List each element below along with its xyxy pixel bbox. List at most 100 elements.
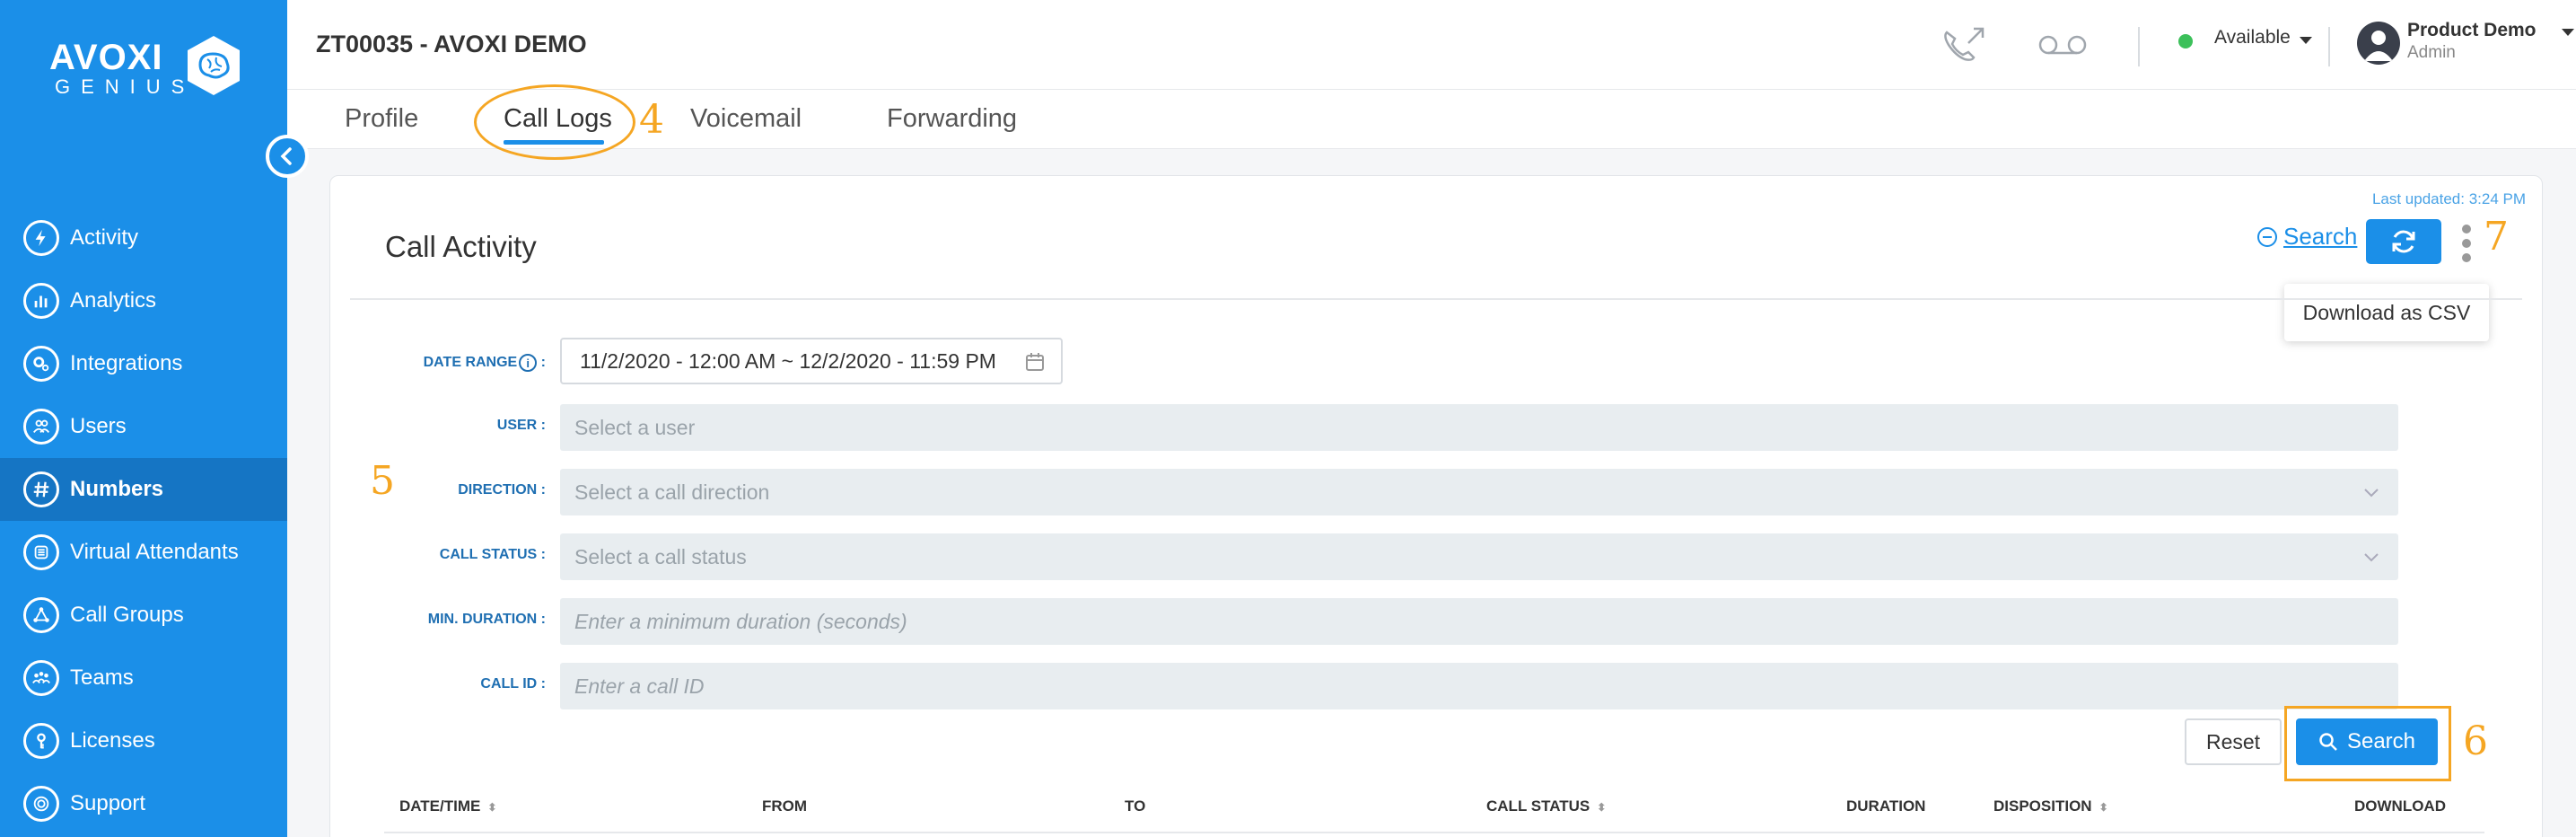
column-header-disposition[interactable]: DISPOSITION ⬍: [1993, 797, 2108, 815]
sidebar-item-integrations[interactable]: Integrations: [0, 332, 287, 395]
attendant-icon: [23, 534, 59, 570]
call-status-select-placeholder: Select a call status: [574, 544, 747, 568]
call-id-placeholder: Enter a call ID: [574, 674, 705, 698]
sidebar-item-teams[interactable]: Teams: [0, 647, 287, 709]
sidebar-item-numbers[interactable]: Numbers: [0, 458, 287, 521]
header-separator: [2328, 27, 2330, 66]
sidebar-item-users[interactable]: Users: [0, 395, 287, 458]
header-separator: [2138, 27, 2140, 66]
phone-outgoing-icon[interactable]: [1937, 20, 1991, 70]
call-id-input[interactable]: Enter a call ID: [560, 663, 2398, 709]
info-icon[interactable]: i: [519, 354, 538, 372]
min-duration-placeholder: Enter a minimum duration (seconds): [574, 609, 907, 633]
column-label: DATE/TIME: [399, 797, 481, 815]
sidebar-item-label: Numbers: [70, 477, 164, 501]
annotation-step-7: 7: [2484, 214, 2509, 260]
column-label: CALL STATUS: [1486, 797, 1590, 815]
hash-icon: [23, 471, 59, 507]
logo-subtext: GENIUS: [55, 75, 196, 98]
call-id-label: CALL ID :: [480, 676, 546, 692]
direction-select[interactable]: Select a call direction: [560, 469, 2398, 515]
sidebar-item-label: Users: [70, 414, 127, 438]
column-label: DISPOSITION: [1993, 797, 2092, 815]
tab-forwarding[interactable]: Forwarding: [887, 104, 1017, 134]
tab-profile[interactable]: Profile: [345, 104, 418, 134]
call-activity-card: Last updated: 3:24 PM Call Activity Sear…: [329, 175, 2543, 837]
support-icon: [23, 786, 59, 822]
date-range-label-text: DATE RANGE: [423, 355, 518, 371]
logo-text: AVOXI: [49, 38, 163, 77]
call-status-label: CALL STATUS :: [439, 547, 546, 562]
last-updated: Last updated: 3:24 PM: [2371, 190, 2526, 207]
tab-voicemail[interactable]: Voicemail: [690, 104, 802, 134]
user-role: Admin: [2407, 43, 2456, 62]
sidebar-item-support[interactable]: Support: [0, 772, 287, 835]
user-select[interactable]: Select a user: [560, 404, 2398, 451]
status-chevron-down-icon[interactable]: [2300, 37, 2312, 44]
sidebar-item-label: Analytics: [70, 288, 157, 313]
minus-circle-icon: [2257, 226, 2277, 247]
min-duration-input[interactable]: Enter a minimum duration (seconds): [560, 598, 2398, 645]
card-title: Call Activity: [385, 230, 537, 263]
sort-icon: ⬍: [487, 801, 497, 814]
sidebar-item-virtual-attendants[interactable]: Virtual Attendants: [0, 521, 287, 584]
card-divider: [350, 298, 2522, 300]
more-options-icon[interactable]: [2462, 225, 2473, 264]
sidebar-item-label: Virtual Attendants: [70, 540, 239, 564]
bar-chart-icon: [23, 283, 59, 319]
column-header-to: TO: [1125, 797, 1146, 815]
column-header-datetime[interactable]: DATE/TIME ⬍: [399, 797, 496, 815]
column-header-duration: DURATION: [1846, 797, 1926, 815]
brain-logo-icon: [188, 36, 240, 95]
sidebar-item-label: Activity: [70, 225, 139, 250]
user-name[interactable]: Product Demo: [2407, 20, 2537, 41]
sidebar-nav: Activity Analytics Integrations Users Nu…: [0, 207, 287, 835]
date-range-input[interactable]: 11/2/2020 - 12:00 AM ~ 12/2/2020 - 11:59…: [560, 338, 1063, 384]
call-status-select[interactable]: Select a call status: [560, 533, 2398, 580]
sort-icon: ⬍: [1597, 801, 1607, 814]
user-label: USER :: [496, 418, 546, 433]
collapse-sidebar-button[interactable]: [266, 135, 309, 178]
toggle-search-link[interactable]: Search: [2256, 223, 2357, 251]
sidebar-item-activity[interactable]: Activity: [0, 207, 287, 269]
teams-icon: [23, 660, 59, 696]
search-button-highlight: [2284, 706, 2451, 781]
sidebar-item-label: Support: [70, 791, 146, 815]
sidebar-item-licenses[interactable]: Licenses: [0, 709, 287, 772]
search-link-label: Search: [2283, 223, 2358, 250]
users-icon: [23, 409, 59, 445]
status-dropdown[interactable]: Available: [2214, 27, 2291, 48]
sort-icon: ⬍: [2098, 801, 2108, 814]
download-csv-menu-item[interactable]: Download as CSV: [2284, 284, 2489, 341]
refresh-button[interactable]: [2366, 219, 2441, 264]
avoxi-genius-logo[interactable]: AVOXI GENIUS: [49, 34, 247, 101]
sidebar-item-call-groups[interactable]: Call Groups: [0, 584, 287, 647]
sidebar-item-label: Teams: [70, 665, 134, 690]
chevron-left-icon: [280, 147, 292, 165]
chevron-down-icon: [2364, 489, 2379, 498]
sidebar-item-label: Licenses: [70, 728, 155, 753]
date-range-value: 11/2/2020 - 12:00 AM ~ 12/2/2020 - 11:59…: [580, 348, 996, 373]
sidebar-item-label: Integrations: [70, 351, 183, 375]
column-header-download: DOWNLOAD: [2354, 797, 2446, 815]
sidebar-item-label: Call Groups: [70, 603, 184, 627]
direction-label: DIRECTION :: [458, 482, 546, 498]
gears-icon: [23, 346, 59, 382]
call-logs-highlight-oval: [474, 84, 635, 160]
table-header-divider: [384, 832, 2484, 833]
voicemail-icon[interactable]: [2036, 20, 2090, 70]
call-groups-icon: [23, 597, 59, 633]
calendar-icon: [1026, 353, 1044, 371]
column-header-call-status[interactable]: CALL STATUS ⬍: [1486, 797, 1606, 815]
direction-select-placeholder: Select a call direction: [574, 480, 770, 504]
reset-button[interactable]: Reset: [2185, 718, 2282, 765]
top-header: ZT00035 - AVOXI DEMO Available Product D…: [287, 0, 2576, 90]
sidebar-item-analytics[interactable]: Analytics: [0, 269, 287, 332]
bolt-icon: [23, 220, 59, 256]
user-chevron-down-icon[interactable]: [2562, 29, 2574, 36]
status-dot: [2178, 34, 2193, 48]
min-duration-label: MIN. DURATION :: [427, 612, 546, 627]
key-icon: [23, 723, 59, 759]
avatar[interactable]: [2357, 22, 2400, 65]
account-title: ZT00035 - AVOXI DEMO: [316, 31, 587, 57]
